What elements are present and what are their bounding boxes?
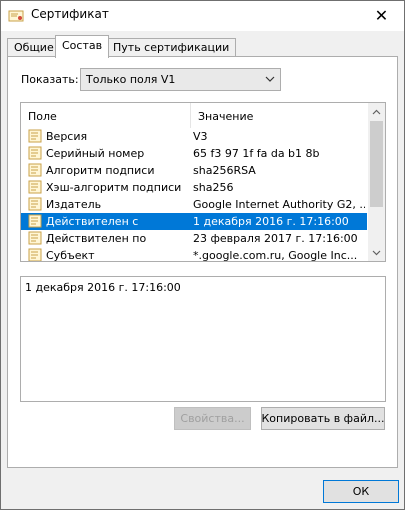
row-value: 23 февраля 2017 г. 17:16:00: [193, 232, 358, 245]
certificate-window: Сертификат ✕ Общие Состав Путь сертифика…: [0, 0, 405, 510]
detail-text: 1 декабря 2016 г. 17:16:00: [25, 281, 181, 294]
field-icon: [28, 146, 42, 160]
field-icon: [28, 180, 42, 194]
close-icon: ✕: [374, 6, 389, 25]
row-field: Алгоритм подписи: [46, 164, 155, 177]
value-detail-box[interactable]: 1 декабря 2016 г. 17:16:00: [20, 276, 386, 402]
list-row[interactable]: Издатель Google Internet Authority G2, ..…: [21, 196, 367, 213]
field-icon: [28, 163, 42, 177]
chevron-down-icon: [372, 250, 381, 255]
chevron-up-icon: [372, 109, 381, 114]
row-field: Субъект: [46, 249, 95, 262]
list-row[interactable]: Субъект *.google.com.ru, Google Inc...: [21, 247, 367, 262]
field-icon: [28, 214, 42, 228]
list-row[interactable]: Действителен с 1 декабря 2016 г. 17:16:00: [21, 213, 367, 230]
list-row[interactable]: Алгоритм подписи sha256RSA: [21, 162, 367, 179]
chevron-down-icon: [265, 76, 275, 82]
list-header: Поле Значение: [21, 103, 368, 128]
fields-list[interactable]: Поле Значение Версия V3 Серийный номер 65 f…: [20, 102, 386, 262]
field-icon: [28, 129, 42, 143]
list-row[interactable]: Серийный номер 65 f3 97 1f fa da b1 8b: [21, 145, 367, 162]
certificate-icon: [8, 10, 24, 22]
row-value: *.google.com.ru, Google Inc...: [193, 249, 358, 262]
row-field: Серийный номер: [46, 147, 145, 160]
titlebar: Сертификат ✕: [1, 1, 404, 31]
properties-button: Свойства...: [174, 407, 251, 430]
list-row[interactable]: Версия V3: [21, 128, 367, 145]
row-value: sha256: [193, 181, 234, 194]
tab-general[interactable]: Общие: [7, 38, 61, 57]
row-field: Действителен с: [46, 215, 139, 228]
row-field: Хэш-алгоритм подписи: [46, 181, 182, 194]
scroll-up-button[interactable]: [368, 103, 385, 120]
column-divider[interactable]: [190, 103, 191, 128]
column-header-field[interactable]: Поле: [28, 110, 57, 123]
scroll-thumb[interactable]: [370, 121, 383, 207]
tab-details[interactable]: Состав: [55, 35, 110, 58]
field-icon: [28, 248, 42, 261]
row-field: Издатель: [46, 198, 102, 211]
close-button[interactable]: ✕: [359, 1, 404, 30]
show-select-value: Только поля V1: [86, 73, 176, 86]
row-value: 65 f3 97 1f fa da b1 8b: [193, 147, 320, 160]
show-label: Показать:: [21, 73, 79, 86]
list-scrollbar[interactable]: [368, 103, 385, 261]
column-header-value[interactable]: Значение: [198, 110, 253, 123]
row-value: V3: [193, 130, 208, 143]
field-icon: [28, 197, 42, 211]
window-title: Сертификат: [31, 7, 109, 21]
row-field: Действителен по: [46, 232, 147, 245]
ok-button[interactable]: ОК: [323, 480, 399, 503]
list-row[interactable]: Действителен по 23 февраля 2017 г. 17:16:…: [21, 230, 367, 247]
field-icon: [28, 231, 42, 245]
row-field: Версия: [46, 130, 88, 143]
row-value: Google Internet Authority G2, ...: [193, 198, 365, 211]
details-panel: Показать: Только поля V1 Поле Значение В…: [7, 56, 398, 468]
show-select[interactable]: Только поля V1: [80, 68, 281, 91]
list-row[interactable]: Хэш-алгоритм подписи sha256: [21, 179, 367, 196]
row-value: 1 декабря 2016 г. 17:16:00: [193, 215, 349, 228]
scroll-down-button[interactable]: [368, 244, 385, 261]
copy-to-file-button[interactable]: Копировать в файл...: [261, 407, 385, 430]
tab-certification-path[interactable]: Путь сертификации: [106, 38, 237, 57]
row-value: sha256RSA: [193, 164, 256, 177]
